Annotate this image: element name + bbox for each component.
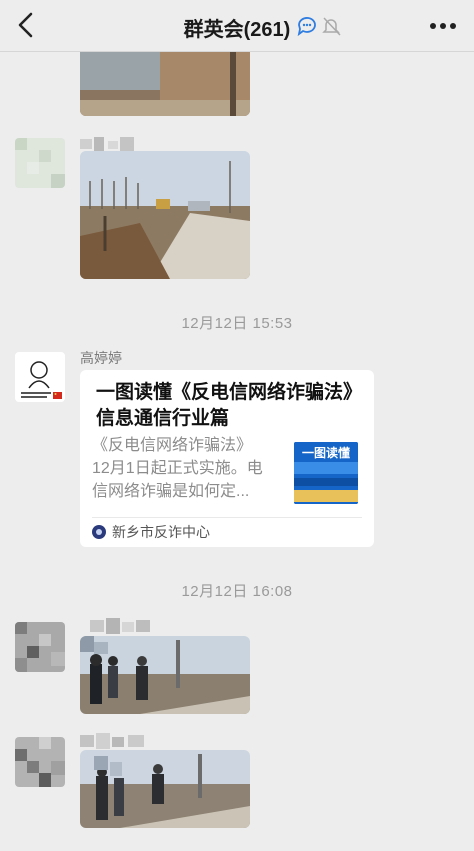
avatar[interactable] [15, 737, 65, 787]
avatar[interactable] [15, 622, 65, 672]
chat-title: 群英会(261) [183, 19, 291, 41]
sender-name-blurred [80, 137, 140, 151]
card-source[interactable]: 新乡市反诈中心 [92, 522, 210, 542]
more-dots-icon[interactable] [428, 14, 458, 38]
chat-bubble-icon [297, 17, 316, 37]
link-card[interactable]: 一图读懂《反电信网络诈骗法》信息通信行业篇 《反电信网络诈骗法》12月1日起正式… [80, 370, 374, 547]
sender-name-blurred [80, 618, 154, 634]
thumbnail-text: 一图读懂 [302, 445, 350, 460]
message-image[interactable] [80, 750, 250, 828]
source-name: 新乡市反诈中心 [112, 524, 210, 540]
chat-header: 群英会(261) [0, 0, 474, 52]
sender-name-blurred [80, 733, 152, 749]
timestamp: 12月12日 16:08 [181, 583, 293, 600]
sender-name: 高婷婷 [80, 350, 122, 366]
card-title: 一图读懂《反电信网络诈骗法》信息通信行业篇 [96, 382, 363, 429]
message-image[interactable] [80, 636, 250, 714]
card-description: 《反电信网络诈骗法》12月1日起正式实施。电信网络诈骗是如何定... [92, 437, 263, 500]
card-divider [92, 517, 362, 518]
avatar[interactable] [15, 352, 65, 402]
avatar[interactable] [15, 138, 65, 188]
status-icons [297, 17, 341, 37]
timestamp: 12月12日 15:53 [181, 315, 293, 332]
card-thumbnail: 一图读懂 [294, 442, 358, 504]
source-logo-icon [92, 525, 106, 539]
message-image[interactable] [80, 151, 250, 279]
mute-bell-icon [322, 17, 341, 36]
